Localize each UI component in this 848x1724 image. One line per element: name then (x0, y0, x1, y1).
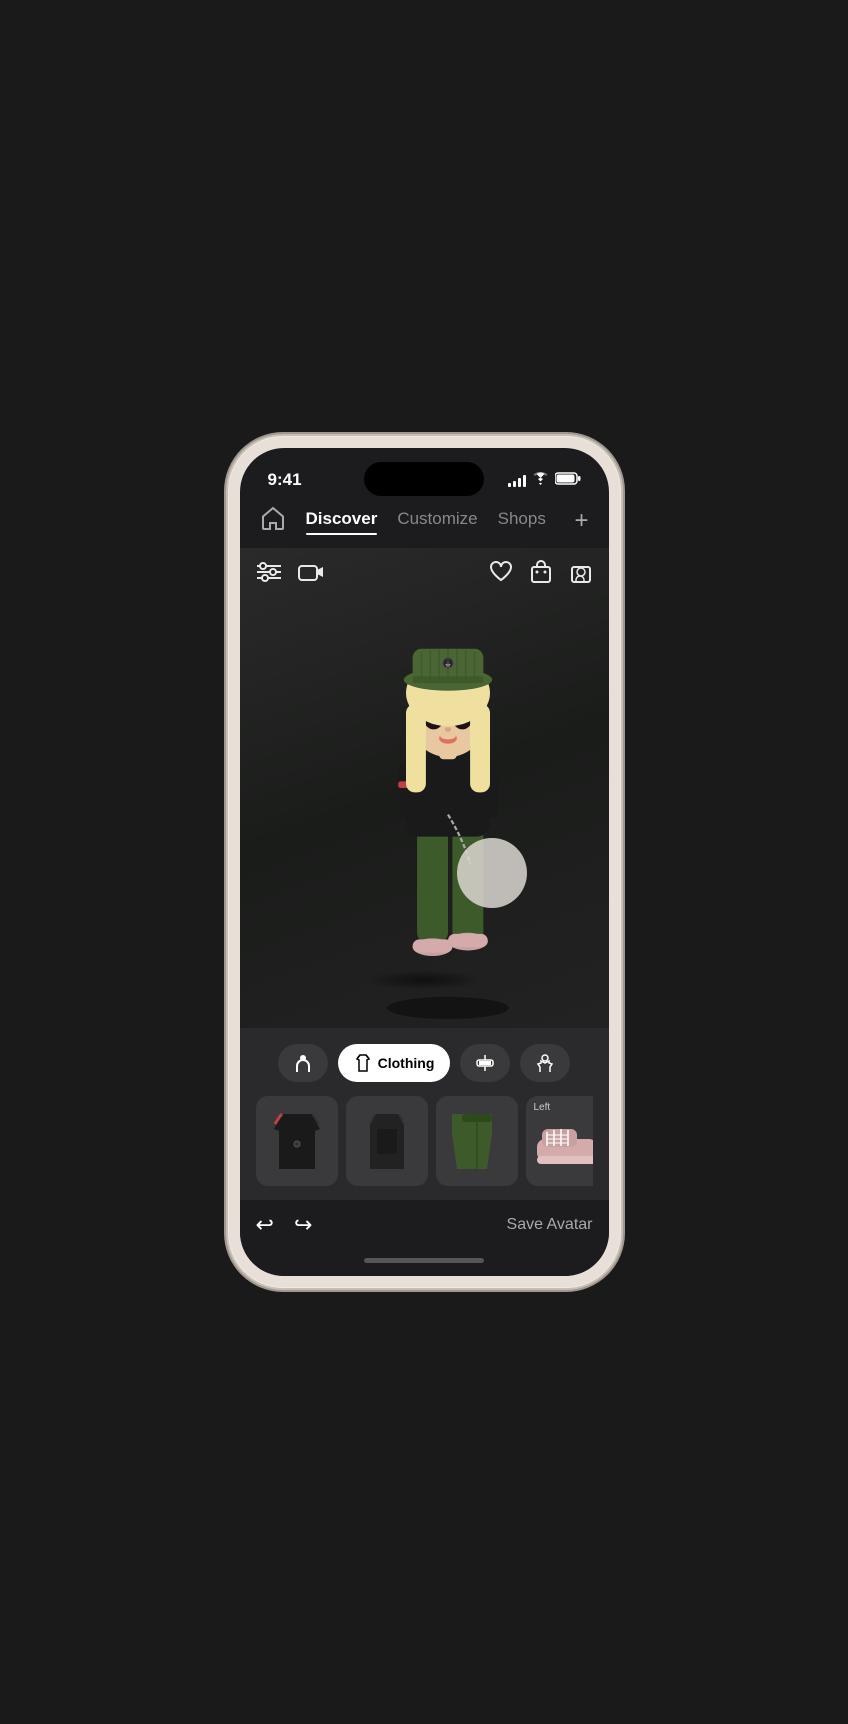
item-jacket[interactable] (256, 1096, 338, 1186)
undo-button[interactable]: ↩ (256, 1212, 274, 1238)
category-row: Clothing (256, 1044, 593, 1082)
tab-discover[interactable]: Discover (306, 509, 378, 533)
item-vest[interactable] (346, 1096, 428, 1186)
category-sports-button[interactable] (520, 1044, 570, 1082)
clothing-items-row: Left (256, 1096, 593, 1192)
tab-shops[interactable]: Shops (498, 509, 546, 533)
avatar-display: ★ (328, 599, 568, 1019)
item-pants[interactable] (436, 1096, 518, 1186)
camera-icon[interactable] (298, 562, 324, 588)
toolbar-left (256, 562, 324, 588)
rotation-handle[interactable] (457, 838, 527, 908)
avatar-ground-shadow (364, 970, 484, 990)
undo-redo-group: ↩ ↪ (256, 1212, 313, 1238)
avatar-profile-icon[interactable] (569, 560, 593, 590)
clothing-label: Clothing (378, 1055, 435, 1071)
redo-button[interactable]: ↪ (294, 1212, 312, 1238)
battery-icon (555, 472, 581, 488)
category-clothing-button[interactable]: Clothing (338, 1044, 451, 1082)
category-body-button[interactable] (278, 1044, 328, 1082)
home-icon[interactable] (260, 506, 286, 536)
home-bar (364, 1258, 484, 1263)
category-accessories-button[interactable] (460, 1044, 510, 1082)
signal-bar-2 (513, 481, 516, 487)
signal-bars (508, 474, 526, 487)
nav-bar: Discover Customize Shops + (240, 498, 609, 548)
item-left-shoe[interactable]: Left (526, 1096, 593, 1186)
top-toolbar (240, 560, 609, 590)
signal-bar-4 (523, 475, 526, 487)
home-indicator (240, 1244, 609, 1276)
dynamic-island (364, 462, 484, 496)
bottom-actions: ↩ ↪ Save Avatar (240, 1200, 609, 1244)
bottom-panel: Clothing (240, 1028, 609, 1200)
signal-bar-3 (518, 478, 521, 487)
tab-customize[interactable]: Customize (397, 509, 477, 533)
filters-icon[interactable] (256, 562, 282, 588)
phone-screen: 9:41 (240, 448, 609, 1276)
nav-tabs: Discover Customize Shops (306, 509, 555, 533)
wifi-icon (532, 472, 549, 488)
bag-icon[interactable] (529, 560, 553, 590)
toolbar-right (489, 560, 593, 590)
avatar-area: ★ (240, 548, 609, 1028)
heart-icon[interactable] (489, 560, 513, 590)
left-shoe-label: Left (534, 1102, 551, 1113)
status-time: 9:41 (268, 470, 302, 490)
save-avatar-button[interactable]: Save Avatar (507, 1216, 593, 1234)
status-icons (508, 472, 581, 488)
signal-bar-1 (508, 483, 511, 487)
nav-plus-button[interactable]: + (574, 507, 588, 535)
phone-frame: 9:41 (228, 436, 621, 1288)
